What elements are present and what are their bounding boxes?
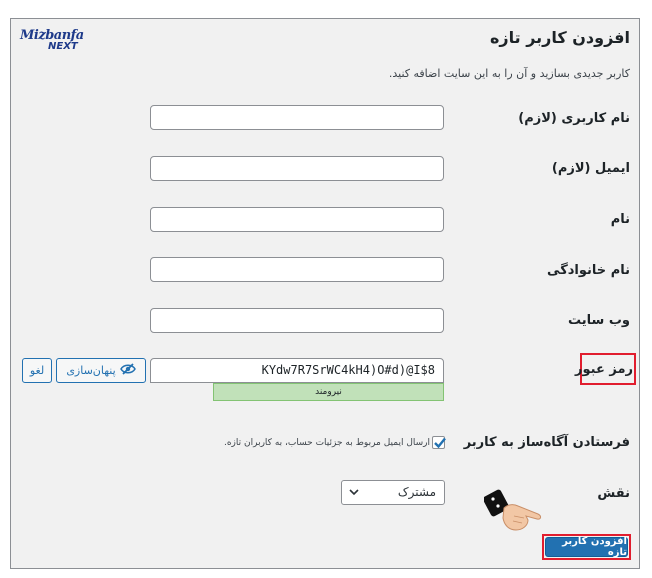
mizbanfa-logo: Mizbanfa NEXT	[20, 28, 90, 54]
notify-label: فرستادن آگاه‌ساز به کاربر	[463, 435, 630, 450]
firstname-input[interactable]	[150, 207, 444, 232]
role-select[interactable]: مشترک	[341, 480, 445, 505]
username-label: نام کاربری (لازم)	[518, 111, 630, 126]
checkmark-icon	[434, 437, 446, 449]
role-select-value: مشترک	[397, 485, 436, 499]
notify-checkbox[interactable]	[432, 436, 446, 449]
hand-pointer-icon	[483, 486, 546, 538]
password-input[interactable]: KYdw7R7SrWC4kH4)O#d)@I$8	[150, 358, 444, 383]
firstname-label: نام	[610, 212, 630, 227]
email-input[interactable]	[150, 156, 444, 181]
hide-password-button[interactable]: پنهان‌سازی	[56, 358, 146, 383]
eye-slash-icon	[119, 363, 136, 378]
page-title: افزودن کاربر تازه	[489, 28, 630, 47]
password-label: رمز عبور	[575, 362, 633, 377]
website-label: وب سایت	[568, 313, 630, 328]
add-user-submit-button[interactable]: افزودن کاربر تازه	[545, 536, 628, 558]
hide-button-label: پنهان‌سازی	[66, 364, 116, 377]
role-label: نقش	[597, 486, 630, 501]
password-strength-indicator: نیرومند	[213, 383, 444, 401]
lastname-input[interactable]	[150, 257, 444, 282]
submit-button-highlight: افزودن کاربر تازه	[542, 534, 631, 560]
email-label: ایمیل (لازم)	[551, 161, 630, 176]
logo-subtext: NEXT	[48, 41, 78, 52]
website-input[interactable]	[150, 308, 444, 333]
notify-checkbox-text: ارسال ایمیل مربوط به جزئیات حساب، به کار…	[223, 438, 430, 448]
cancel-button-label: لغو	[29, 364, 45, 377]
username-input[interactable]	[150, 105, 444, 130]
cancel-password-button[interactable]: لغو	[22, 358, 52, 383]
lastname-label: نام خانوادگی	[547, 263, 630, 278]
chevron-down-icon	[348, 485, 360, 502]
page-description: کاربر جدیدی بسازید و آن را به این سایت ا…	[388, 67, 630, 80]
